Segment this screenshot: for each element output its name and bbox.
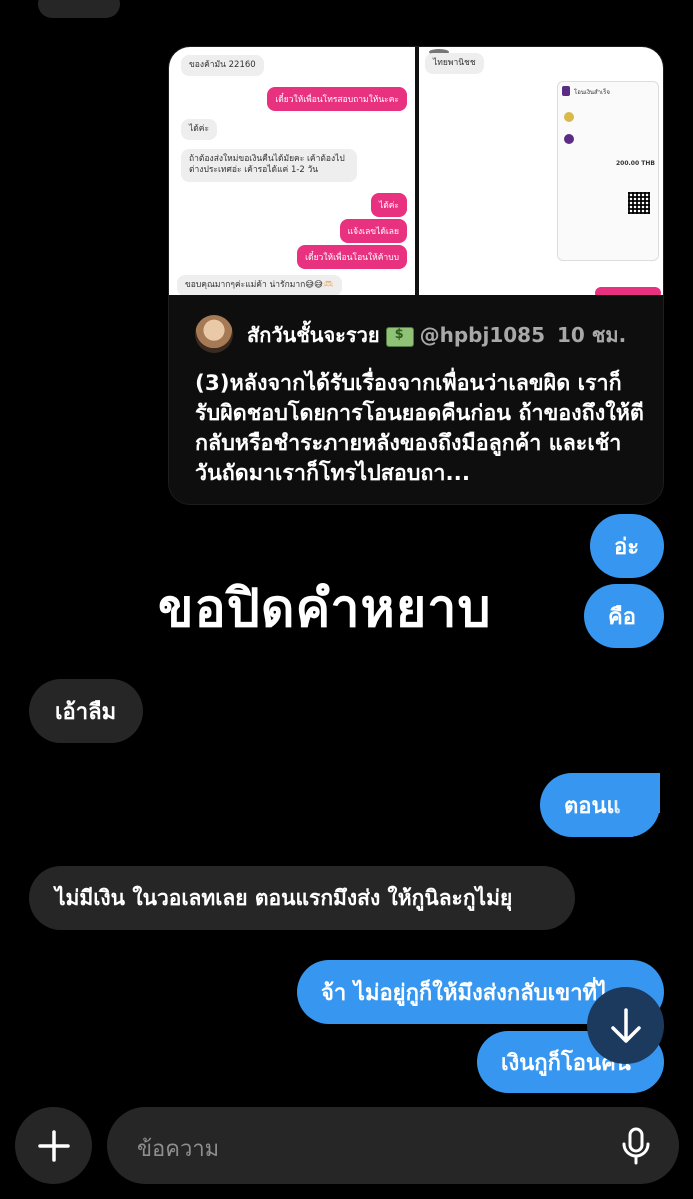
qr-code-icon <box>628 192 650 214</box>
overlay-text: ขอปิดคำหยาบ <box>158 579 492 639</box>
screenshot-message <box>595 287 661 295</box>
bank-logo-icon <box>564 134 574 144</box>
post-image-transfer-slip: ไทยพานิชช โอนเงินสำเร็จ 200.00 THB <box>419 47 663 295</box>
post-meta: สักวันชั้นจะรวย @hpbj1085 10 ชม. (3)หลังจา… <box>169 295 663 504</box>
post-author-line: สักวันชั้นจะรวย @hpbj1085 10 ชม. <box>247 319 626 351</box>
add-attachment-button[interactable] <box>15 1107 92 1184</box>
author-avatar <box>195 315 233 353</box>
screenshot-message: ถ้าต้องส่งใหม่ขอเงินคืนได้มัยคะ เค้าต้อง… <box>181 149 357 182</box>
message-input[interactable]: ข้อความ <box>107 1107 679 1184</box>
screenshot-message: ของค้ามัน 22160 <box>181 55 264 77</box>
shared-post-card[interactable]: ของค้ามัน 22160 เดี๋ยวให้เพื่อนโทรสอบถาม… <box>168 46 664 505</box>
message-input-placeholder: ข้อความ <box>137 1137 220 1162</box>
bubble-fade <box>613 773 633 837</box>
transfer-slip: โอนเงินสำเร็จ 200.00 THB <box>557 81 659 261</box>
plus-icon <box>37 1129 70 1162</box>
screenshot-message: ขอบคุณมากๆค่ะแม่ค้า น่ารักมาก😅😅🫶🏻 <box>177 275 342 295</box>
screenshot-name: ไทยพานิชช <box>425 53 484 75</box>
previous-message-bubble[interactable] <box>38 0 120 18</box>
screenshot-message: ได้ค่ะ <box>181 119 218 141</box>
author-handle: @hpbj1085 <box>419 323 546 347</box>
bank-logo-icon <box>562 86 570 96</box>
screenshot-message: ได้ค่ะ <box>370 193 407 217</box>
message-bubble-incoming[interactable]: เอ้าลืม <box>29 679 143 743</box>
money-emoji-icon <box>385 326 414 347</box>
message-bubble-incoming[interactable]: ไม่มีเงิน ในวอเลทเลย ตอนแรกมึงส่ง ให้กูน… <box>29 866 575 930</box>
post-time: 10 ชม. <box>557 323 627 347</box>
post-image-chat-screenshot: ของค้ามัน 22160 เดี๋ยวให้เพื่อนโทรสอบถาม… <box>169 47 415 295</box>
arrow-down-icon <box>610 1007 641 1043</box>
slip-amount: 200.00 THB <box>616 160 655 167</box>
post-caption: (3)หลังจากได้รับเรื่องจากเพื่อนว่าเลขผิด… <box>195 371 644 486</box>
scroll-to-bottom-button[interactable] <box>587 987 664 1064</box>
microphone-icon <box>622 1127 650 1165</box>
message-bubble-outgoing[interactable]: คือ <box>584 584 664 648</box>
slip-title: โอนเงินสำเร็จ <box>574 89 610 96</box>
screenshot-message: เดี๋ยวให้เพื่อนโทรสอบถามให้นะคะ <box>267 87 407 111</box>
author-name: สักวันชั้นจะรวย <box>247 323 380 347</box>
screenshot-message: แจ้งเลขได้เลย <box>339 219 407 243</box>
screenshot-message: เดี๋ยวให้เพื่อนโอนให้ค้าบบ <box>297 245 407 269</box>
bank-logo-icon <box>564 112 574 122</box>
message-bubble-outgoing[interactable]: อ่ะ <box>590 514 664 578</box>
voice-message-button[interactable] <box>621 1127 651 1169</box>
